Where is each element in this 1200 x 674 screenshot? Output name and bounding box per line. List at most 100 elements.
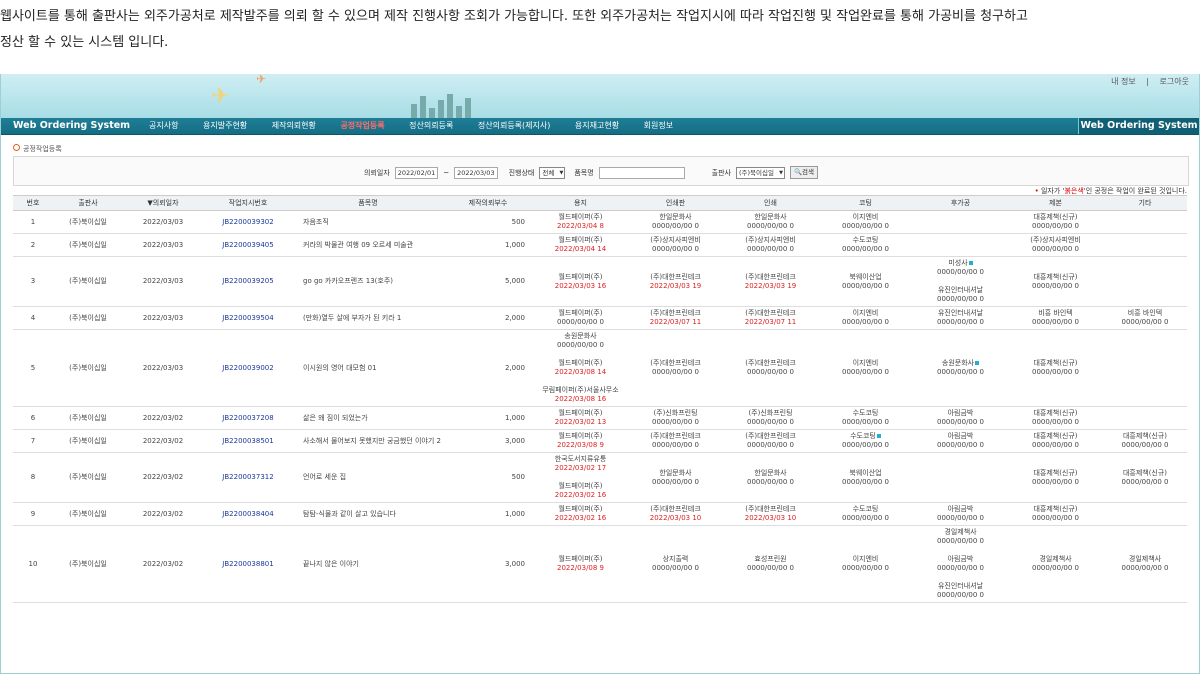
work-date[interactable]: 2022/03/08 9 xyxy=(534,441,627,450)
work-date[interactable]: 0000/00/00 0 xyxy=(724,245,817,254)
work-date[interactable]: 0000/00/00 0 xyxy=(914,295,1007,304)
search-panel: 의뢰일자 2022/02/01 ~ 2022/03/03 진행상태 전체 품목명… xyxy=(13,156,1189,186)
column-header[interactable]: ▼의뢰일자 xyxy=(123,195,203,211)
work-date[interactable]: 0000/00/00 0 xyxy=(819,478,912,487)
menu-settlement[interactable]: 정산의뢰등록 xyxy=(409,121,453,130)
work-date[interactable]: 0000/00/00 0 xyxy=(1009,514,1102,523)
work-date[interactable]: 0000/00/00 0 xyxy=(819,368,912,377)
work-date[interactable]: 0000/00/00 0 xyxy=(724,478,817,487)
work-date[interactable]: 0000/00/00 0 xyxy=(914,441,1007,450)
work-order-number[interactable]: JB2200038501 xyxy=(203,429,293,453)
work-order-number[interactable]: JB2200037312 xyxy=(203,452,293,503)
work-date[interactable]: 0000/00/00 0 xyxy=(914,537,1007,546)
work-date[interactable]: 0000/00/00 0 xyxy=(534,318,627,327)
publisher-select[interactable]: (주)북이십일 xyxy=(735,166,785,179)
work-date[interactable]: 0000/00/00 0 xyxy=(819,245,912,254)
work-order-number[interactable]: JB2200038801 xyxy=(203,525,293,603)
work-order-number[interactable]: JB2200039405 xyxy=(203,233,293,257)
work-date[interactable]: 2022/03/02 13 xyxy=(534,418,627,427)
work-date[interactable]: 0000/00/00 0 xyxy=(914,564,1007,573)
my-info-link[interactable]: 내 정보 xyxy=(1111,77,1136,86)
menu-settlement-paper[interactable]: 정산의뢰등록(제지사) xyxy=(478,121,550,130)
date-to-input[interactable]: 2022/03/03 xyxy=(454,166,498,179)
work-date[interactable]: 0000/00/00 0 xyxy=(1009,245,1102,254)
work-date[interactable]: 0000/00/00 0 xyxy=(1104,318,1186,327)
work-date[interactable]: 2022/03/08 14 xyxy=(534,368,627,377)
work-date[interactable]: 0000/00/00 0 xyxy=(534,341,627,350)
work-date[interactable]: 0000/00/00 0 xyxy=(1104,564,1186,573)
menu-production-request[interactable]: 제작의뢰현황 xyxy=(272,121,316,130)
work-order-number[interactable]: JB2200039002 xyxy=(203,329,293,407)
menu-member-info[interactable]: 회원정보 xyxy=(644,121,673,130)
work-date[interactable]: 2022/03/02 16 xyxy=(534,514,627,523)
work-date[interactable]: 0000/00/00 0 xyxy=(724,441,817,450)
item-name: 이시원의 영어 대모험 01 xyxy=(293,329,443,407)
work-date[interactable]: 0000/00/00 0 xyxy=(914,268,1007,277)
memo-icon[interactable] xyxy=(975,361,980,365)
work-date[interactable]: 0000/00/00 0 xyxy=(724,222,817,231)
work-date[interactable]: 0000/00/00 0 xyxy=(629,368,722,377)
work-date[interactable]: 2022/03/08 16 xyxy=(534,395,627,404)
work-date[interactable]: 2022/03/04 8 xyxy=(534,222,627,231)
work-date[interactable]: 2022/03/08 9 xyxy=(534,564,627,573)
work-date[interactable]: 0000/00/00 0 xyxy=(1009,318,1102,327)
work-date[interactable]: 0000/00/00 0 xyxy=(1009,368,1102,377)
item-input[interactable] xyxy=(598,166,685,179)
work-date[interactable]: 2022/03/02 17 xyxy=(534,464,627,473)
work-date[interactable]: 0000/00/00 0 xyxy=(1009,418,1102,427)
work-date[interactable]: 0000/00/00 0 xyxy=(914,514,1007,523)
menu-process-work[interactable]: 공정작업등록 xyxy=(340,121,384,130)
work-date[interactable]: 0000/00/00 0 xyxy=(819,441,912,450)
memo-icon[interactable] xyxy=(876,434,881,438)
work-date[interactable]: 0000/00/00 0 xyxy=(819,564,912,573)
work-date[interactable]: 0000/00/00 0 xyxy=(629,222,722,231)
work-date[interactable]: 0000/00/00 0 xyxy=(1009,441,1102,450)
menu-paper-order[interactable]: 용지발주현황 xyxy=(203,121,247,130)
work-order-number[interactable]: JB2200039504 xyxy=(203,306,293,330)
work-date[interactable]: 2022/03/03 10 xyxy=(724,514,817,523)
menu-notice[interactable]: 공지사항 xyxy=(149,121,178,130)
work-date[interactable]: 0000/00/00 0 xyxy=(724,418,817,427)
work-date[interactable]: 0000/00/00 0 xyxy=(724,564,817,573)
logout-link[interactable]: 로그아웃 xyxy=(1160,77,1189,86)
item-name: (만화)열두 살에 부자가 된 키라 1 xyxy=(293,306,443,330)
work-order-number[interactable]: JB2200037208 xyxy=(203,406,293,430)
work-date[interactable]: 2022/03/03 10 xyxy=(629,514,722,523)
work-date[interactable]: 0000/00/00 0 xyxy=(629,418,722,427)
work-date[interactable]: 0000/00/00 0 xyxy=(629,564,722,573)
work-order-number[interactable]: JB2200039205 xyxy=(203,256,293,307)
date-from-input[interactable]: 2022/02/01 xyxy=(394,166,439,179)
work-date[interactable]: 0000/00/00 0 xyxy=(819,418,912,427)
work-date[interactable]: 0000/00/00 0 xyxy=(914,368,1007,377)
work-date[interactable]: 2022/03/03 19 xyxy=(629,282,722,291)
work-date[interactable]: 0000/00/00 0 xyxy=(819,282,912,291)
work-date[interactable]: 0000/00/00 0 xyxy=(629,245,722,254)
work-date[interactable]: 2022/03/04 14 xyxy=(534,245,627,254)
work-date[interactable]: 0000/00/00 0 xyxy=(914,318,1007,327)
work-date[interactable]: 0000/00/00 0 xyxy=(1009,282,1102,291)
work-date[interactable]: 0000/00/00 0 xyxy=(1009,478,1102,487)
work-date[interactable]: 2022/03/03 16 xyxy=(534,282,627,291)
memo-icon[interactable] xyxy=(968,261,973,265)
work-date[interactable]: 0000/00/00 0 xyxy=(629,441,722,450)
work-date[interactable]: 2022/03/02 16 xyxy=(534,491,627,500)
work-date[interactable]: 0000/00/00 0 xyxy=(914,418,1007,427)
work-order-number[interactable]: JB2200039302 xyxy=(203,210,293,234)
work-date[interactable]: 0000/00/00 0 xyxy=(914,591,1007,600)
work-date[interactable]: 0000/00/00 0 xyxy=(819,222,912,231)
search-button[interactable]: 🔍검색 xyxy=(789,166,819,179)
work-order-number[interactable]: JB2200038404 xyxy=(203,502,293,526)
work-date[interactable]: 0000/00/00 0 xyxy=(1104,441,1186,450)
menu-paper-stock[interactable]: 용지재고현황 xyxy=(575,121,619,130)
work-date[interactable]: 0000/00/00 0 xyxy=(819,514,912,523)
work-date[interactable]: 0000/00/00 0 xyxy=(1009,564,1102,573)
status-select[interactable]: 전체 xyxy=(539,166,566,179)
work-date[interactable]: 2022/03/07 11 xyxy=(724,318,817,327)
work-date[interactable]: 0000/00/00 0 xyxy=(819,318,912,327)
work-date[interactable]: 0000/00/00 0 xyxy=(1009,222,1102,231)
work-date[interactable]: 0000/00/00 0 xyxy=(724,368,817,377)
work-date[interactable]: 2022/03/07 11 xyxy=(629,318,722,327)
work-date[interactable]: 2022/03/03 19 xyxy=(724,282,817,291)
work-date[interactable]: 0000/00/00 0 xyxy=(629,478,722,487)
work-date[interactable]: 0000/00/00 0 xyxy=(1104,478,1186,487)
